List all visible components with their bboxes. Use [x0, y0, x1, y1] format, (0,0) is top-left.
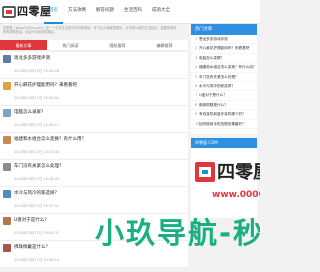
hot-article-item[interactable]: 6 水冷与风冷的家选择？	[191, 82, 257, 92]
article-title[interactable]: U盘对于是什么？	[14, 217, 49, 223]
article-date: 2024年03月17日 15:10:52	[14, 204, 60, 208]
article-date: 2024年03月17日 15:16:09	[14, 177, 60, 181]
hot-article-title[interactable]: 福建和水组合怎么变换？有什么用？	[199, 65, 257, 69]
nav-item-idioms[interactable]: 成语大全	[147, 0, 175, 24]
hot-articles-widget: 热门文章 1 恩龙多多游戏评测 2 开心麻花护理能用吗？来看看吧 3 电脑怎么录屏？ …	[191, 24, 257, 134]
tab-editor[interactable]: 编辑推荐	[141, 40, 188, 50]
article-title[interactable]: 佛珠佩戴是什么？	[14, 244, 50, 250]
article-thumbnail[interactable]	[3, 217, 11, 225]
promo-heading: 四零屋.COM	[191, 138, 257, 148]
hot-article-title[interactable]: 有线耳机和蓝牙耳机哪个好？	[199, 112, 246, 116]
article-title[interactable]: 开心麻花护理能用吗？来看看吧	[14, 82, 77, 88]
hot-article-title[interactable]: 开心麻花护理能用吗？来看看吧	[199, 46, 249, 50]
article-date: 2024年03月17日 15:28:17	[14, 123, 60, 127]
hot-article-item[interactable]: 5 车门没有关紧怎么处理？	[191, 73, 257, 82]
hot-article-title[interactable]: 电脑怎么录屏？	[199, 56, 224, 60]
article-list: 恩龙多多游戏评测 2024年03月17日 15:40:26 开心麻花护理能用吗？…	[0, 52, 188, 272]
article-date: 2024年03月17日 15:40:26	[14, 69, 60, 73]
article-date: 2024年03月17日 14:58:10	[14, 258, 60, 262]
nav-item-guides[interactable]: 方法攻略	[63, 0, 91, 24]
main-nav: 首页 方法攻略 解答问题 生活百科 成语大全	[44, 0, 175, 24]
list-item[interactable]: 福建和水组合怎么变换？有什么用？ 2024年03月17日 15:22:43	[0, 133, 188, 160]
tab-popular[interactable]: 热门阅读	[47, 40, 94, 50]
hot-article-title[interactable]: 恩龙多多游戏评测	[199, 37, 228, 41]
promo-banner[interactable]: 四零屋 www.0000w.c	[194, 156, 260, 204]
article-title[interactable]: 车门没有关紧怎么处理？	[14, 163, 64, 169]
tab-random[interactable]: 随机推荐	[94, 40, 141, 50]
list-item[interactable]: 电脑怎么录屏？ 2024年03月17日 15:28:17	[0, 106, 188, 133]
article-title[interactable]: 水冷与风冷的家选择？	[14, 190, 59, 196]
hot-article-title[interactable]: 车门没有关紧怎么处理？	[199, 75, 239, 79]
article-thumbnail[interactable]	[3, 55, 11, 63]
site-header: 四零屋 首页 方法攻略 解答问题 生活百科 成语大全	[0, 0, 260, 24]
article-tabs: 最新文章 热门阅读 随机推荐 编辑推荐	[0, 40, 188, 51]
hot-article-title[interactable]: 佛珠佩戴是什么？	[199, 103, 228, 107]
nav-item-home[interactable]: 首页	[44, 0, 63, 24]
hot-article-item[interactable]: 3 电脑怎么录屏？	[191, 54, 257, 64]
hot-article-title[interactable]: U盘对于是什么？	[199, 93, 227, 97]
nav-item-answers[interactable]: 解答问题	[91, 0, 119, 24]
promo-url[interactable]: www.0000w.c	[212, 190, 260, 200]
article-thumbnail[interactable]	[3, 109, 11, 117]
list-item[interactable]: 开心麻花护理能用吗？来看看吧 2024年03月17日 15:34:54	[0, 79, 188, 106]
promo-brand: 四零屋	[217, 162, 260, 183]
list-item[interactable]: 车门没有关紧怎么处理？ 2024年03月17日 15:16:09	[0, 160, 188, 187]
hot-article-item[interactable]: 9 有线耳机和蓝牙耳机哪个好？	[191, 110, 257, 120]
article-title[interactable]: 福建和水组合怎么变换？有什么用？	[14, 136, 86, 142]
list-item[interactable]: 佛珠佩戴是什么？ 2024年03月17日 14:58:10	[0, 241, 188, 268]
list-item[interactable]: 水冷与风冷的家选择？ 2024年03月17日 15:10:52	[0, 187, 188, 214]
hot-article-title[interactable]: 如何使用手机拍照效果最好？	[199, 122, 246, 126]
page: 四零屋 首页 方法攻略 解答问题 生活百科 成语大全 四零屋（www.0000w…	[0, 0, 260, 272]
hot-article-item[interactable]: 4 福建和水组合怎么变换？有什么用？	[191, 63, 257, 73]
article-date: 2024年03月17日 15:04:31	[14, 231, 60, 235]
article-title[interactable]: 电脑怎么录屏？	[14, 109, 46, 115]
article-thumbnail[interactable]	[3, 163, 11, 171]
article-thumbnail[interactable]	[3, 244, 11, 252]
hot-articles-heading: 热门文章	[191, 24, 257, 35]
tab-latest[interactable]: 最新文章	[0, 40, 47, 50]
article-thumbnail[interactable]	[3, 136, 11, 144]
hot-article-item[interactable]: 2 开心麻花护理能用吗？来看看吧	[191, 44, 257, 54]
hot-article-item[interactable]: 1 恩龙多多游戏评测	[191, 35, 257, 45]
site-notice: 四零屋（www.0000w.com）是一个分享生活常识知识的网站，专门为大家解答…	[3, 26, 177, 35]
hot-article-title[interactable]: 水冷与风冷的家选择？	[199, 84, 235, 88]
logo-icon	[2, 6, 16, 18]
list-item[interactable]: 恩龙多多游戏评测 2024年03月17日 15:40:26	[0, 52, 188, 79]
hot-article-item[interactable]: 8 佛珠佩戴是什么？	[191, 101, 257, 111]
list-item[interactable]: U盘对于是什么？ 2024年03月17日 15:04:31	[0, 214, 188, 241]
article-title[interactable]: 恩龙多多游戏评测	[14, 55, 50, 61]
article-thumbnail[interactable]	[3, 190, 11, 198]
hot-article-item[interactable]: 10如何使用手机拍照效果最好？	[191, 120, 257, 129]
article-date: 2024年03月17日 15:22:43	[14, 150, 60, 154]
promo-widget: 四零屋.COM 四零屋 www.0000w.c	[191, 138, 260, 218]
article-date: 2024年03月17日 15:34:54	[14, 96, 60, 100]
article-thumbnail[interactable]	[3, 82, 11, 90]
hot-article-item[interactable]: 7 U盘对于是什么？	[191, 91, 257, 101]
nav-item-life[interactable]: 生活百科	[119, 0, 147, 24]
logo-icon	[195, 162, 215, 182]
